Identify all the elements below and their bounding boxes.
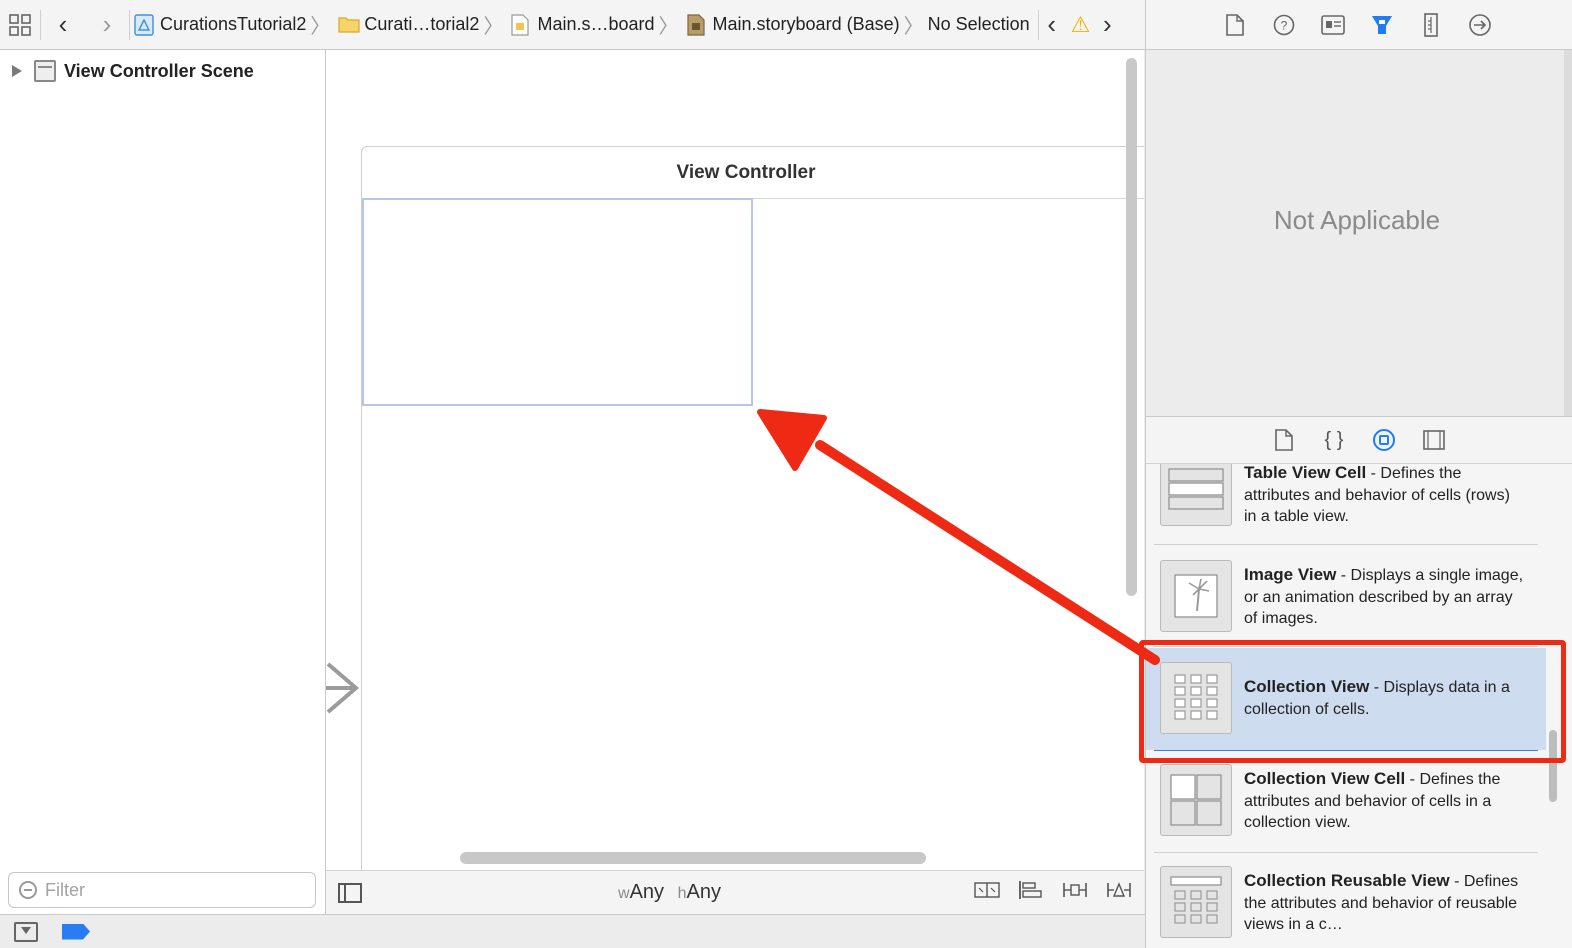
breadcrumb-folder[interactable]: Curati…torial2 〉 (334, 0, 507, 50)
pin-icon[interactable] (1062, 880, 1088, 906)
document-outline: View Controller Scene Filter (0, 50, 326, 914)
divider (1154, 544, 1538, 545)
breadcrumb-storyboard[interactable]: Main.s…board 〉 (507, 0, 682, 50)
inspector-pane: Not Applicable (1145, 50, 1568, 416)
library-item-collection-reusable-view[interactable]: Collection Reusable View - Defines the a… (1146, 854, 1546, 948)
inspector-scrollbar[interactable] (1564, 50, 1572, 416)
size-class-w-prefix: w (618, 885, 630, 902)
align-icon[interactable] (1018, 880, 1044, 906)
library-item-text: Table View Cell - Defines the attributes… (1244, 464, 1524, 528)
scene-label: View Controller Scene (64, 60, 254, 81)
library-item-text: Collection View Cell - Defines the attri… (1244, 768, 1524, 834)
scene-icon (34, 60, 56, 82)
library-item-separator: - (1336, 567, 1351, 584)
resolve-issues-icon[interactable] (1106, 880, 1132, 906)
canvas-bottom-bar: wAny hAny (326, 870, 1144, 914)
library-item-text: Collection Reusable View - Defines the a… (1244, 870, 1524, 936)
filter-icon (19, 881, 37, 899)
media-library-icon[interactable] (1422, 427, 1446, 453)
outline-filter-input[interactable]: Filter (8, 872, 316, 908)
breadcrumb-project[interactable]: CurationsTutorial2 〉 (130, 0, 334, 50)
library-item-separator: - (1405, 771, 1420, 788)
project-icon (134, 13, 154, 36)
size-class-control[interactable]: wAny hAny (618, 881, 721, 904)
initial-view-controller-arrow-icon (326, 662, 360, 714)
view-controller-title: View Controller (362, 147, 1144, 199)
chevron-right-icon: 〉 (310, 16, 331, 38)
file-inspector-icon[interactable] (1220, 10, 1249, 39)
file-template-library-icon[interactable] (1272, 427, 1296, 453)
table-view-cell-icon (1160, 464, 1232, 526)
breakpoints-toggle-icon[interactable] (62, 923, 90, 940)
chevron-right-icon: 〉 (903, 16, 924, 38)
library-selector-bar: { } (1145, 416, 1572, 464)
breadcrumb-label: Main.s…board (537, 14, 655, 34)
library-item-table-view-cell[interactable]: Table View Cell - Defines the attributes… (1146, 464, 1546, 534)
stack-icon[interactable] (974, 880, 1000, 906)
size-class-h-prefix: h (677, 885, 687, 902)
storyboard-canvas[interactable]: View Controller wAny hAny (326, 50, 1144, 914)
code-snippet-library-icon[interactable]: { } (1322, 427, 1346, 453)
attributes-inspector-icon[interactable] (1367, 10, 1396, 39)
breadcrumb-storyboard-base[interactable]: Main.storyboard (Base) 〉 (683, 0, 928, 50)
warning-icon[interactable]: ⚠ (1071, 12, 1091, 38)
connections-inspector-icon[interactable] (1465, 10, 1494, 39)
library-item-title: Collection View Cell (1244, 769, 1406, 788)
collection-view-cell-icon (1160, 764, 1232, 836)
divider (1154, 852, 1538, 853)
xcode-window: ‹ › CurationsTutorial2 〉 Curati…torial2 … (0, 0, 1572, 948)
toggle-debug-area-icon[interactable] (14, 921, 38, 942)
breadcrumb-label: No Selection (927, 14, 1030, 34)
size-class-h-value: Any (686, 881, 721, 903)
identity-inspector-icon[interactable] (1318, 10, 1347, 39)
chevron-right-icon: 〉 (658, 16, 679, 38)
canvas-vertical-scrollbar[interactable] (1126, 58, 1137, 596)
library-item-separator: - (1366, 465, 1381, 482)
breadcrumb-label: CurationsTutorial2 (160, 14, 307, 34)
size-class-w-value: Any (629, 881, 665, 903)
library-item-image-view[interactable]: Image View - Displays a single image, or… (1146, 546, 1546, 646)
collection-view-drop-target[interactable] (362, 198, 753, 406)
library-item-separator: - (1449, 873, 1464, 890)
storyboard-base-icon (686, 13, 707, 36)
breadcrumb-selection[interactable]: No Selection (928, 0, 1030, 50)
breadcrumb-label: Main.storyboard (Base) (712, 14, 900, 34)
disclosure-triangle-icon[interactable] (12, 65, 22, 77)
annotation-highlight-box (1139, 640, 1566, 763)
back-icon[interactable]: ‹ (41, 0, 85, 50)
collection-reusable-view-icon (1160, 866, 1232, 938)
jump-bar: ‹ › CurationsTutorial2 〉 Curati…torial2 … (0, 0, 1145, 50)
object-library-icon[interactable] (1372, 427, 1396, 453)
library-item-title: Table View Cell (1244, 464, 1367, 482)
chevron-right-icon: 〉 (483, 16, 504, 38)
inspector-selector-bar: ? (1145, 0, 1572, 50)
size-inspector-icon[interactable] (1416, 10, 1445, 39)
svg-text:?: ? (1280, 18, 1287, 32)
library-item-collection-view-cell[interactable]: Collection View Cell - Defines the attri… (1146, 752, 1546, 852)
canvas-horizontal-scrollbar[interactable] (460, 852, 926, 864)
filter-placeholder: Filter (45, 879, 85, 900)
image-view-icon (1160, 560, 1232, 632)
auto-layout-buttons (974, 880, 1132, 906)
debug-area-bar (0, 914, 1145, 948)
breadcrumb-label: Curati…torial2 (364, 14, 480, 34)
inspector-empty-message: Not Applicable (1273, 204, 1441, 235)
quick-help-icon[interactable]: ? (1269, 10, 1298, 39)
previous-issue-icon[interactable]: ‹ (1039, 0, 1065, 50)
folder-icon (338, 14, 361, 36)
storyboard-file-icon (511, 13, 531, 36)
related-items-icon[interactable] (0, 0, 40, 50)
show-document-outline-icon[interactable] (338, 882, 362, 903)
next-issue-icon[interactable]: › (1096, 0, 1118, 50)
library-item-title: Image View (1244, 565, 1337, 584)
library-item-text: Image View - Displays a single image, or… (1244, 564, 1524, 630)
library-item-title: Collection Reusable View (1244, 871, 1450, 890)
outline-row-view-controller-scene[interactable]: View Controller Scene (0, 50, 325, 92)
forward-icon[interactable]: › (85, 0, 129, 50)
